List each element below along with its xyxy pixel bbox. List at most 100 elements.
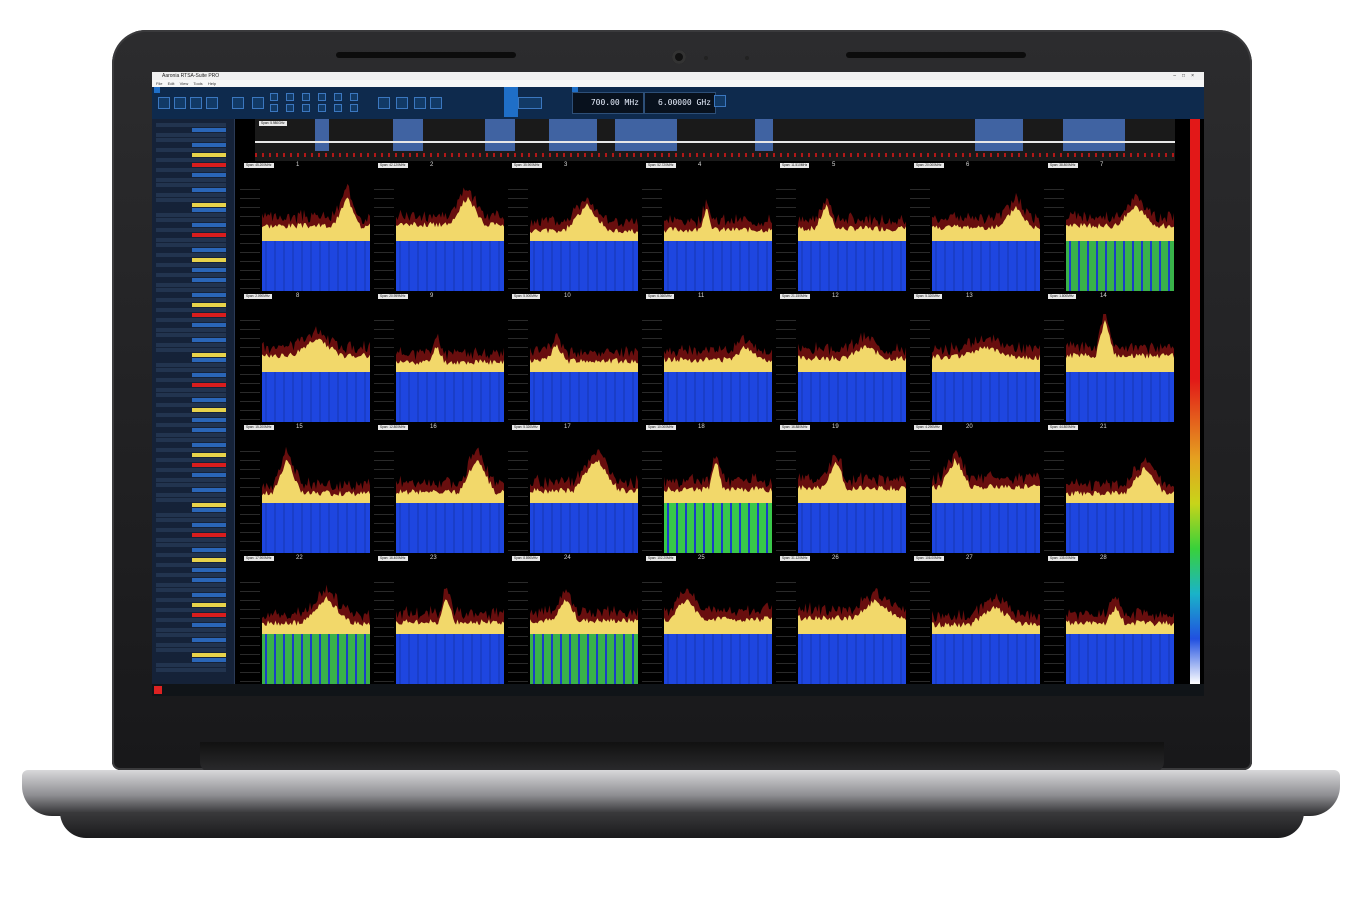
setting-control[interactable] [192,223,226,227]
setting-control[interactable] [192,508,226,512]
spectrum-tile[interactable]: Span: 44.800MHz 21 [1042,423,1174,553]
overview-band-highlight[interactable] [393,119,423,151]
setting-control[interactable] [192,128,226,132]
overview-band-highlight[interactable] [1063,119,1125,151]
setting-control[interactable] [192,358,226,362]
setting-control[interactable] [192,323,226,327]
spectrum-tile[interactable]: Span: 5.320MHz 17 [506,423,638,553]
settings-panel[interactable] [152,119,235,684]
setting-control[interactable] [192,593,226,597]
spectrum-tile[interactable]: Span: 6.360MHz 11 [640,292,772,422]
toolbar-button[interactable] [252,97,264,109]
spectrum-tile[interactable]: Span: 38.800MHz 7 [1042,161,1174,291]
overview-band-highlight[interactable] [975,119,1023,151]
setting-control[interactable] [192,568,226,572]
setting-control[interactable] [192,463,226,467]
spectrum-tile[interactable]: Span: 102.20MHz 25 [640,554,772,684]
setting-control[interactable] [192,383,226,387]
setting-control[interactable] [192,488,226,492]
setting-control[interactable] [192,473,226,477]
setting-control[interactable] [192,203,226,207]
setting-control[interactable] [192,623,226,627]
center-frequency-display[interactable]: 6.00000 GHz [644,92,716,114]
toolbar-button[interactable] [714,95,726,107]
setting-control[interactable] [192,613,226,617]
setting-control[interactable] [192,638,226,642]
setting-control[interactable] [192,278,226,282]
overview-band-highlight[interactable] [615,119,677,151]
layout-button[interactable] [350,104,358,112]
toolbar-button[interactable] [206,97,218,109]
spectrum-tile[interactable]: Span: 15.200MHz 15 [238,423,370,553]
setting-control[interactable] [192,603,226,607]
setting-control[interactable] [192,418,226,422]
spectrum-tile[interactable]: Span: 16.400MHz 23 [372,554,504,684]
menu-tools[interactable]: Tools [193,81,202,86]
spectrum-tile[interactable]: Span: 17.900MHz 22 [238,554,370,684]
spectrum-tile[interactable]: Span: 1.800MHz 14 [1042,292,1174,422]
spectrum-tile[interactable]: Span: 10.000MHz 18 [640,423,772,553]
layout-button[interactable] [270,93,278,101]
setting-control[interactable] [192,293,226,297]
spectrum-tile[interactable]: Span: 135.00MHz 28 [1042,554,1174,684]
overview-band-highlight[interactable] [315,119,329,151]
setting-control[interactable] [192,398,226,402]
setting-control[interactable] [192,208,226,212]
spectrum-tile[interactable]: Span: 2.090MHz 8 [238,292,370,422]
setting-control[interactable] [192,258,226,262]
setting-control[interactable] [192,143,226,147]
spectrum-tile[interactable]: Span: 20.000MHz 6 [908,161,1040,291]
spectrum-tile[interactable]: Span: 45.200MHz 1 [238,161,370,291]
start-button-icon[interactable] [154,686,162,694]
menu-edit[interactable]: Edit [168,81,175,86]
setting-control[interactable] [192,408,226,412]
spectrum-tile[interactable]: Span: 11.510MHz 5 [774,161,906,291]
setting-control[interactable] [192,163,226,167]
spectrum-tile[interactable]: Span: 106.00MHz 27 [908,554,1040,684]
pause-button[interactable] [504,87,518,117]
layout-button[interactable] [318,93,326,101]
layout-button[interactable] [350,93,358,101]
setting-control[interactable] [192,233,226,237]
setting-control[interactable] [192,578,226,582]
toolbar-button[interactable] [414,97,426,109]
setting-control[interactable] [192,338,226,342]
setting-control[interactable] [192,373,226,377]
spectrum-tile[interactable]: Span: 5.320MHz 13 [908,292,1040,422]
spectrum-tile[interactable]: Span: 21.150MHz 12 [774,292,906,422]
setting-control[interactable] [192,188,226,192]
spectrum-tile[interactable]: Span: 20.959MHz 9 [372,292,504,422]
setting-control[interactable] [192,353,226,357]
spectrum-tile[interactable]: Span: 12.800MHz 16 [372,423,504,553]
setting-control[interactable] [192,428,226,432]
toolbar-button[interactable] [190,97,202,109]
spectrum-tile[interactable]: Span: 42.120MHz 2 [372,161,504,291]
toolbar-button[interactable] [396,97,408,109]
overview-band-highlight[interactable] [549,119,597,151]
layout-button[interactable] [334,104,342,112]
setting-control[interactable] [192,173,226,177]
overview-spectrum[interactable]: Span: 5.980GHz [255,119,1175,161]
setting-control[interactable] [192,453,226,457]
setting-control[interactable] [192,523,226,527]
spectrum-tile[interactable]: Span: 31.120MHz 26 [774,554,906,684]
overview-band-highlight[interactable] [485,119,515,151]
spectrum-tile[interactable]: Span: 5.000MHz 10 [506,292,638,422]
layout-button[interactable] [334,93,342,101]
spectrum-tile[interactable]: Span: 52.720MHz 4 [640,161,772,291]
setting-control[interactable] [192,303,226,307]
window-controls[interactable]: –□× [1173,72,1200,80]
setting-control[interactable] [192,653,226,657]
overview-band-highlight[interactable] [755,119,773,151]
spectrum-tile[interactable]: Span: 4.290MHz 20 [908,423,1040,553]
layout-button[interactable] [302,104,310,112]
toolbar-button[interactable] [158,97,170,109]
spectrum-tile[interactable]: Span: 16.880MHz 19 [774,423,906,553]
span-frequency-display[interactable]: 700.00 MHz [572,92,644,114]
setting-control[interactable] [192,153,226,157]
setting-control[interactable] [192,313,226,317]
setting-control[interactable] [192,658,226,662]
toolbar-button[interactable] [232,97,244,109]
setting-control[interactable] [192,503,226,507]
menu-view[interactable]: View [180,81,189,86]
